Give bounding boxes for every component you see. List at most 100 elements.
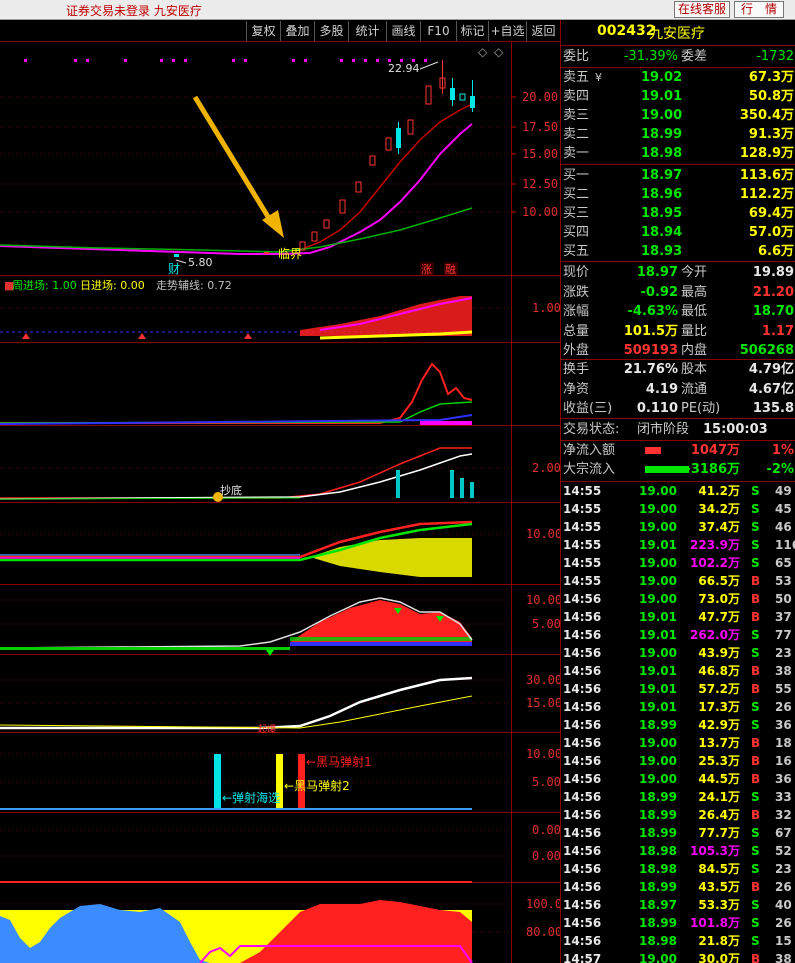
weibi-row: 委比 -31.39% 委差 -1732: [563, 49, 794, 64]
tick-row[interactable]: 14:55 19.00 37.4万 S 46: [561, 518, 795, 536]
tick-row[interactable]: 14:57 19.00 30.0万 B 38: [561, 950, 795, 963]
ind5-axis-label: 10.00: [526, 593, 560, 607]
candlesticks: [174, 60, 475, 257]
tick-row[interactable]: 14:56 19.01 17.3万 S 26: [561, 698, 795, 716]
chaodi-label: 抄底: [220, 483, 242, 497]
tick-row[interactable]: 14:56 18.97 53.3万 S 40: [561, 896, 795, 914]
tick-row[interactable]: 14:56 19.00 13.7万 B 18: [561, 734, 795, 752]
ind7-axis-label: 5.00: [532, 775, 560, 789]
tick-row[interactable]: 14:55 19.01 223.9万 S 116: [561, 536, 795, 554]
ind3-axis-label: 2.00: [532, 461, 560, 475]
signal-dots: [24, 59, 427, 62]
tool-back[interactable]: 返回: [526, 21, 560, 41]
buy-level-2[interactable]: 买二 18.96 112.2万: [561, 185, 795, 204]
tick-row[interactable]: 14:56 18.98 105.3万 S 52: [561, 842, 795, 860]
buy-level-5[interactable]: 买五 18.93 6.6万: [561, 242, 795, 261]
fundamental-row: 收益(三) 0.110 PE(动) 135.8: [563, 401, 794, 416]
flow-row: 净流入额 1047万 1%: [563, 443, 794, 458]
tick-row[interactable]: 14:55 19.00 41.2万 S 49: [561, 482, 795, 500]
critical-marker: 临界: [278, 247, 302, 261]
tick-row[interactable]: 14:56 19.00 43.9万 S 23: [561, 644, 795, 662]
tick-row[interactable]: 14:56 19.01 46.8万 B 38: [561, 662, 795, 680]
sell-level-3[interactable]: 卖三 19.00 350.4万: [561, 106, 795, 125]
ind7-label-heima1: ←黑马弹射1: [306, 754, 372, 769]
tick-row[interactable]: 14:56 18.98 21.8万 S 15: [561, 932, 795, 950]
price-axis-label: 15.00: [522, 147, 558, 161]
tick-row[interactable]: 14:55 19.00 102.2万 S 65: [561, 554, 795, 572]
finance-marker[interactable]: 财: [168, 262, 180, 276]
tick-row[interactable]: 14:56 18.99 26.4万 B 32: [561, 806, 795, 824]
tick-row[interactable]: 14:56 18.98 84.5万 S 23: [561, 860, 795, 878]
tool-tongji[interactable]: 统计: [348, 21, 386, 41]
online-service-button[interactable]: 在线客服: [674, 1, 730, 18]
ind7-cyan-bar: [214, 754, 221, 808]
tick-row[interactable]: 14:56 19.00 25.3万 B 16: [561, 752, 795, 770]
tick-row[interactable]: 14:56 18.99 24.1万 S 33: [561, 788, 795, 806]
ind9-axis-label: 80.00: [526, 925, 560, 939]
sell-level-5[interactable]: 卖五 ¥ 19.02 67.3万: [561, 68, 795, 87]
tool-f10[interactable]: F10: [420, 21, 456, 41]
tick-row[interactable]: 14:56 18.99 42.9万 S 36: [561, 716, 795, 734]
ind6-axis-label: 15.00: [526, 696, 560, 710]
ind7-axis-label: 10.00: [526, 747, 560, 761]
ind2-bars: [420, 421, 472, 425]
tick-row[interactable]: 14:56 18.99 77.7万 S 67: [561, 824, 795, 842]
tick-row[interactable]: 14:56 19.00 73.0万 B 50: [561, 590, 795, 608]
tick-row[interactable]: 14:56 18.99 101.8万 S 26: [561, 914, 795, 932]
high-pointer: [419, 61, 439, 70]
sell-level-2[interactable]: 卖二 18.99 91.3万: [561, 125, 795, 144]
high-price-label: 22.94: [388, 62, 420, 75]
ind8-axis-label: 0.00: [532, 823, 560, 837]
tick-row[interactable]: 14:55 19.00 66.5万 B 53: [561, 572, 795, 590]
ma-line-green: [0, 207, 473, 253]
diamond-icon[interactable]: ◇: [478, 45, 488, 59]
tick-row[interactable]: 14:56 18.99 43.5万 B 26: [561, 878, 795, 896]
ind4-axis-label: 10.00: [526, 527, 560, 541]
zhang-badge-text: 涨: [421, 263, 432, 276]
kline-chart-area[interactable]: 20.00 17.50 15.00 12.50 10.00 1.00 2.00 …: [0, 42, 560, 963]
flow-bar: [645, 447, 661, 454]
tick-row[interactable]: 14:56 19.01 262.0万 S 77: [561, 626, 795, 644]
tool-fuquan[interactable]: 复权: [246, 21, 280, 41]
quote-row: 涨跌 -0.92 最高 21.20: [563, 284, 794, 300]
quote-row: 总量 101.5万 量比 1.17: [563, 323, 794, 339]
price-axis-label: 12.50: [522, 177, 558, 191]
tool-biaoji[interactable]: 标记: [456, 21, 488, 41]
quote-row: 涨幅 -4.63% 最低 18.70: [563, 304, 794, 319]
quote-button[interactable]: 行 情: [734, 1, 784, 18]
buy-level-1[interactable]: 买一 18.97 113.6万: [561, 166, 795, 185]
tool-diejia[interactable]: 叠加: [280, 21, 314, 41]
title-bar: 证券交易未登录 九安医疗 在线客服 行 情: [0, 0, 795, 20]
ind2-red-line: [0, 362, 473, 424]
low-price-label: 5.80: [188, 256, 213, 269]
tick-row[interactable]: 14:55 19.00 34.2万 S 45: [561, 500, 795, 518]
tick-row[interactable]: 14:56 19.01 57.2万 B 55: [561, 680, 795, 698]
tool-duogu[interactable]: 多股: [314, 21, 348, 41]
tick-row[interactable]: 14:56 19.01 47.7万 B 37: [561, 608, 795, 626]
ind5-axis-label: 5.00: [532, 617, 560, 631]
ind1-legend-a: 周进场: 1.00: [12, 278, 77, 292]
ind1-legend-c: 走势辅线: 0.72: [156, 278, 232, 292]
tool-add-watchlist[interactable]: +自选: [488, 21, 526, 41]
ind8-axis-label: 0.00: [532, 849, 560, 863]
rong-badge-text: 融: [445, 263, 456, 276]
annotation-arrow: [192, 95, 273, 222]
ind6-yellow-line: [0, 695, 473, 729]
buy-level-3[interactable]: 买三 18.95 69.4万: [561, 204, 795, 223]
quote-panel: 002432 九安医疗 委比 -31.39% 委差 -1732 交易状态: 闭市…: [560, 20, 795, 963]
buy-level-4[interactable]: 买四 18.94 57.0万: [561, 223, 795, 242]
ind5-blue-band: [290, 642, 472, 646]
fundamental-row: 换手 21.76% 股本 4.79亿: [563, 362, 794, 377]
diamond-icon[interactable]: ◇: [494, 45, 504, 59]
ind1-markers: [22, 333, 252, 339]
ind5-green-band: [290, 637, 472, 641]
ma-line-red: [279, 103, 473, 253]
quote-row: 现价 18.97 今开 19.89: [563, 265, 794, 280]
sell-level-1[interactable]: 卖一 18.98 128.9万: [561, 144, 795, 163]
sell-level-4[interactable]: 卖四 19.01 50.8万: [561, 87, 795, 106]
ind7-baseline: [0, 808, 472, 810]
tick-row[interactable]: 14:56 19.00 44.5万 B 36: [561, 770, 795, 788]
ind6-mark: 起爆: [258, 723, 276, 735]
ind7-label-heima2: ←黑马弹射2: [284, 778, 350, 793]
tool-huaxian[interactable]: 画线: [386, 21, 420, 41]
